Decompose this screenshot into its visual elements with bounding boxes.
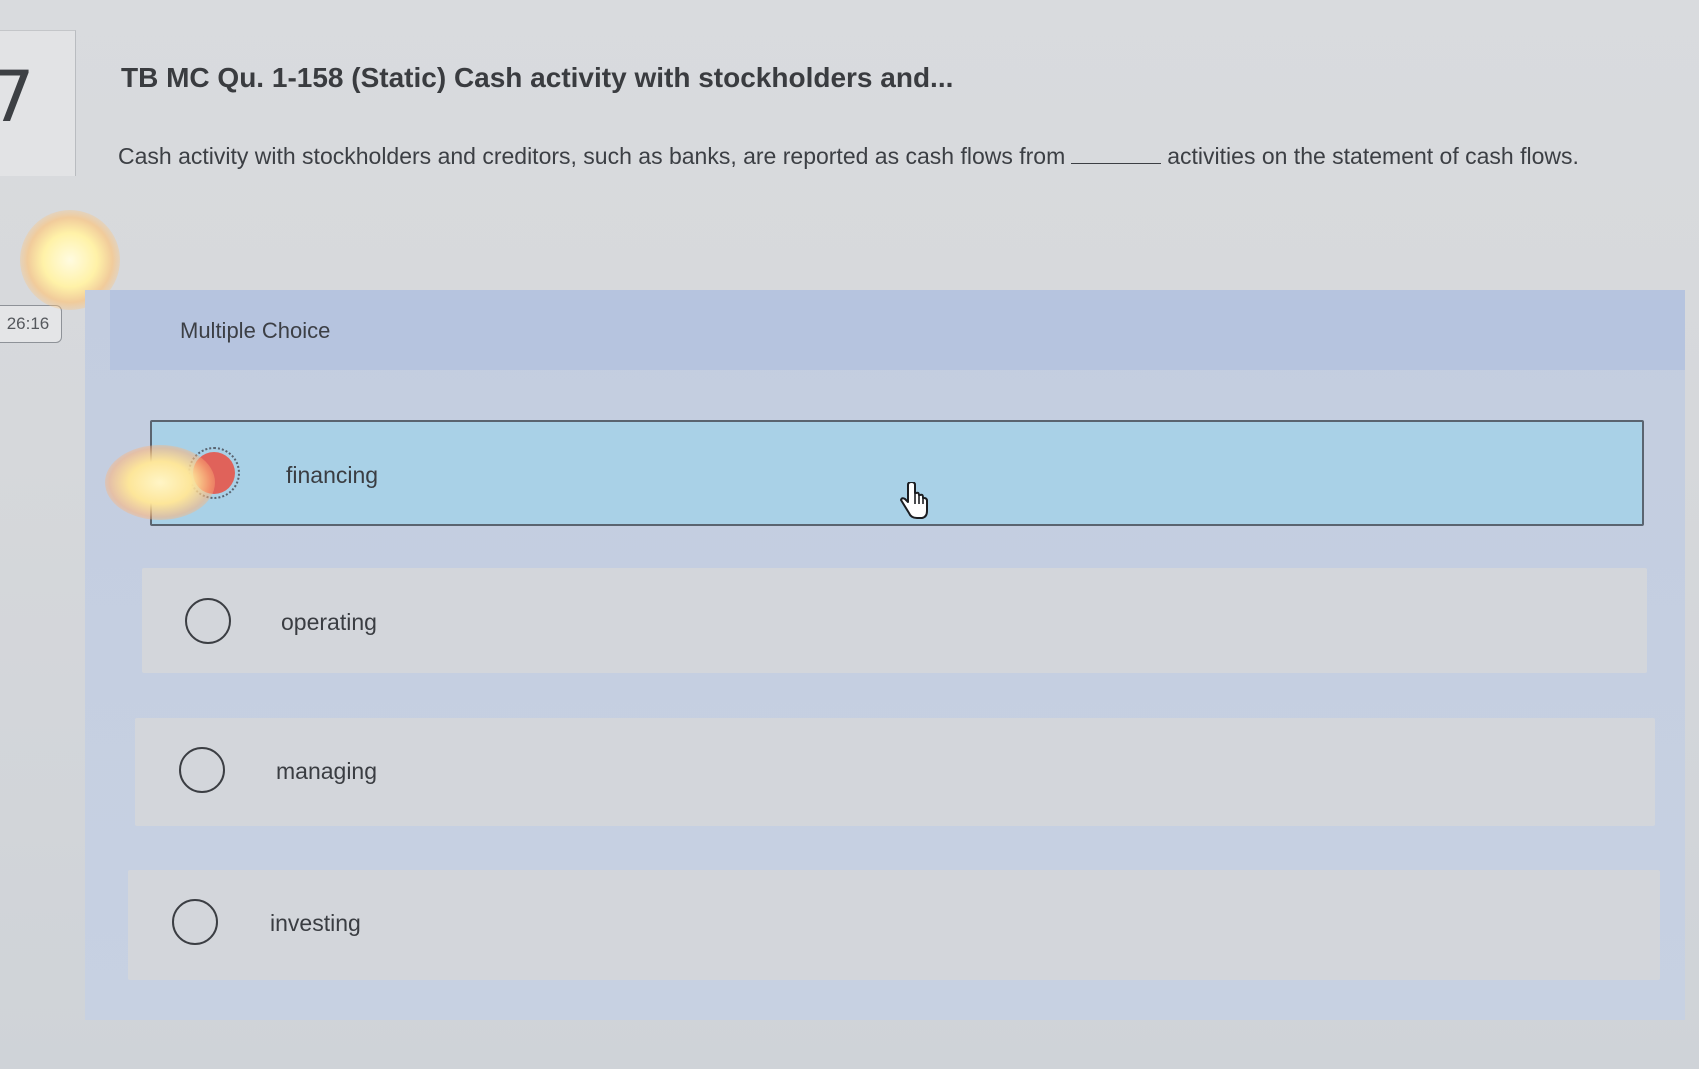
radio-managing[interactable] xyxy=(179,747,225,793)
multiple-choice-label: Multiple Choice xyxy=(180,318,331,343)
question-title: TB MC Qu. 1-158 (Static) Cash activity w… xyxy=(121,62,954,93)
radio-operating[interactable] xyxy=(185,598,231,644)
question-text-after: activities on the statement of cash flow… xyxy=(1167,143,1579,169)
question-prompt: Cash activity with stockholders and cred… xyxy=(118,140,1658,173)
timer-badge: 26:16 xyxy=(0,305,62,343)
option-label-managing[interactable]: managing xyxy=(276,758,377,785)
question-number: 7 xyxy=(0,56,35,138)
question-text-before: Cash activity with stockholders and cred… xyxy=(118,143,1066,169)
option-label-financing[interactable]: financing xyxy=(286,462,378,489)
option-label-operating[interactable]: operating xyxy=(281,609,377,636)
option-label-investing[interactable]: investing xyxy=(270,910,361,937)
light-glare xyxy=(105,445,215,520)
answer-blank xyxy=(1071,143,1162,164)
radio-investing[interactable] xyxy=(172,899,218,945)
hand-pointer-icon xyxy=(900,482,928,519)
multiple-choice-header xyxy=(110,290,1685,370)
